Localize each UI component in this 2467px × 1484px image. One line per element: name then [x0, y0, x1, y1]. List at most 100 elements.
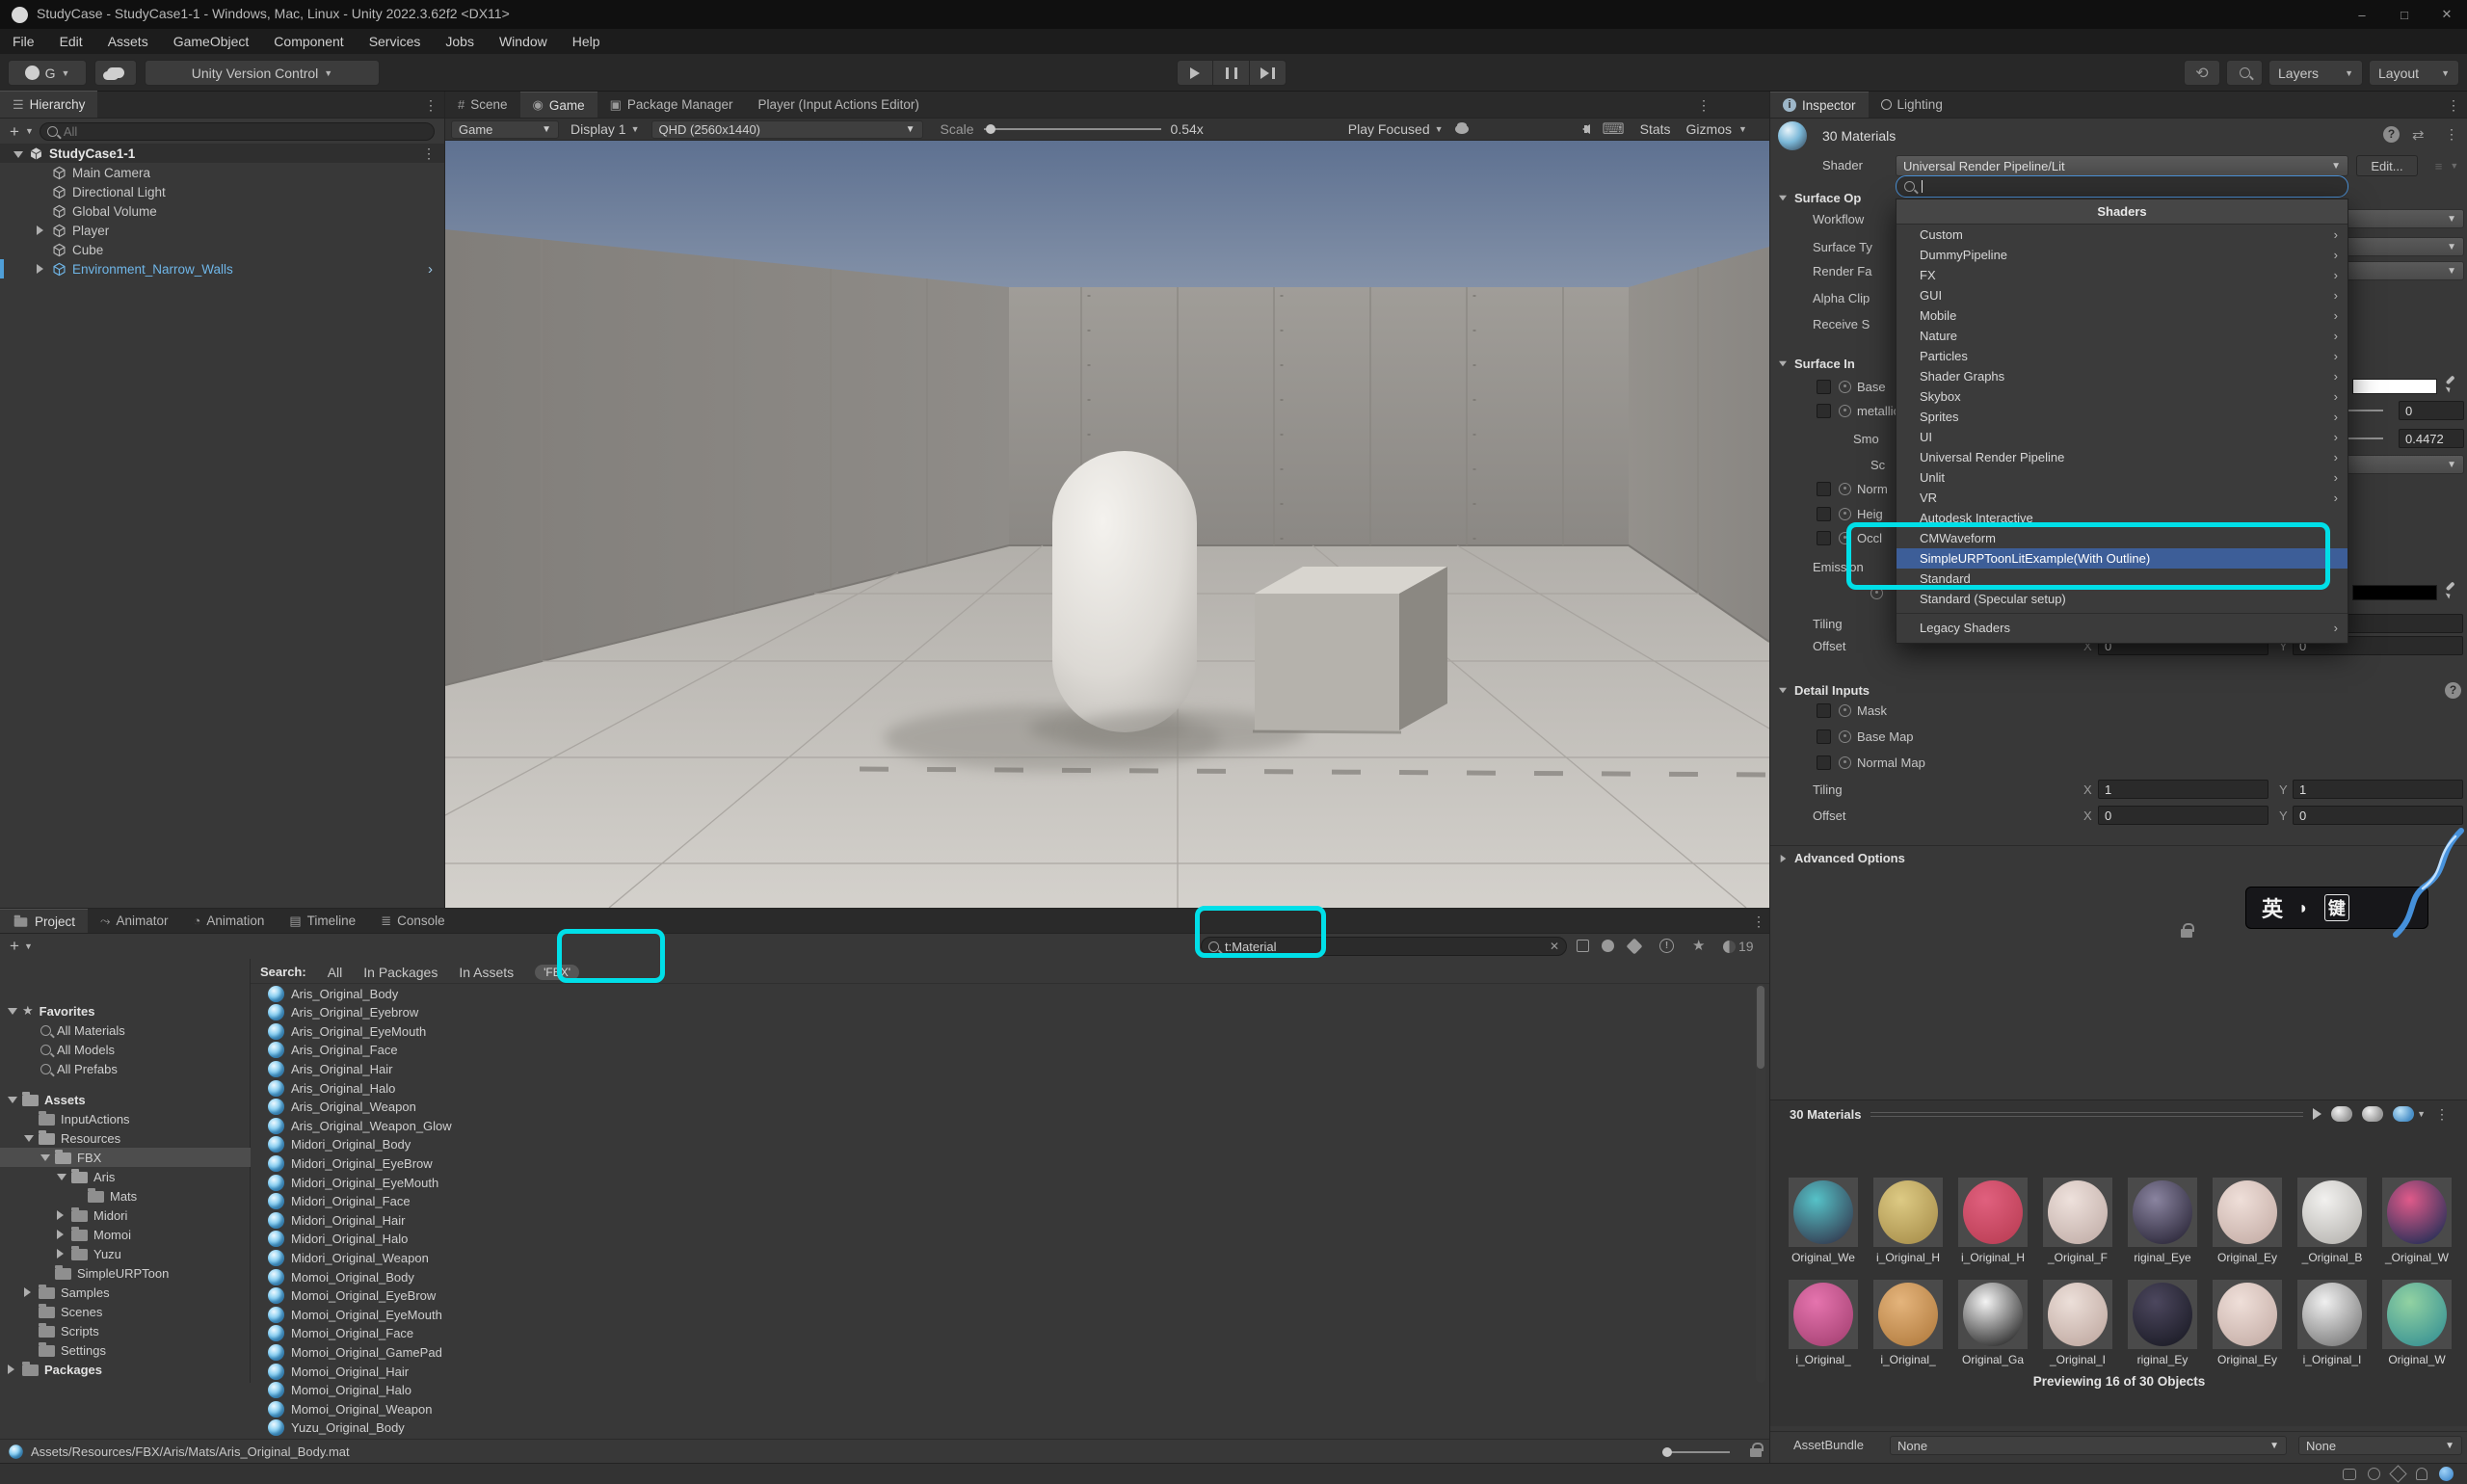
result-item[interactable]: Midori_Original_Weapon	[251, 1248, 1735, 1267]
result-item[interactable]: Momoi_Original_EyeMouth	[251, 1305, 1735, 1324]
search-everything-button[interactable]	[2226, 60, 2263, 86]
tab-animation[interactable]: ◔ Animation	[180, 909, 277, 933]
tab-scene[interactable]: # Scene	[445, 92, 520, 118]
project-tree-item-yuzu[interactable]: Yuzu	[0, 1244, 251, 1263]
undo-history-button[interactable]: ⟲	[2184, 60, 2220, 86]
texture-checkbox[interactable]	[1817, 703, 1831, 718]
project-tree-item-scripts[interactable]: Scripts	[0, 1321, 251, 1340]
game-mode-dropdown[interactable]: Game▼	[451, 120, 559, 139]
shader-menu-item[interactable]: DummyPipeline›	[1897, 245, 2348, 265]
texture-slot-icon[interactable]	[1839, 508, 1851, 520]
tab-timeline[interactable]: ▤ Timeline	[277, 909, 368, 933]
shader-menu-item[interactable]: Custom›	[1897, 225, 2348, 245]
result-item[interactable]: Aris_Original_Face	[251, 1041, 1735, 1060]
project-search-input[interactable]	[1225, 940, 1544, 954]
material-tile[interactable]	[1873, 1280, 1943, 1349]
shader-menu-item[interactable]: Shader Graphs›	[1897, 366, 2348, 386]
result-item[interactable]: Aris_Original_Body	[251, 984, 1735, 1003]
texture-slot-icon[interactable]	[1870, 587, 1883, 599]
material-tile[interactable]	[1789, 1178, 1858, 1247]
expander-icon[interactable]	[37, 223, 48, 238]
material-tile[interactable]	[1958, 1178, 2028, 1247]
hierarchy-search-input[interactable]	[64, 124, 427, 139]
material-tile[interactable]	[2382, 1178, 2452, 1247]
gizmos-dropdown[interactable]: Gizmos▼	[1686, 121, 1747, 137]
create-add-button[interactable]: +	[10, 937, 19, 956]
project-tree-item-momoi[interactable]: Momoi	[0, 1225, 251, 1244]
result-item[interactable]: Aris_Original_Weapon	[251, 1098, 1735, 1117]
search-scope-in-packages[interactable]: In Packages	[363, 965, 438, 980]
step-button[interactable]	[1250, 60, 1287, 86]
ime-halfwidth-icon[interactable]: ◗	[2298, 898, 2309, 918]
cloud-button[interactable]	[94, 60, 137, 86]
value-field[interactable]: 0	[2098, 806, 2268, 825]
texture-checkbox[interactable]	[1817, 404, 1831, 418]
tab-project[interactable]: Project	[0, 909, 88, 933]
presets-icon[interactable]: ⇄	[2412, 126, 2425, 144]
search-token-chip[interactable]: 'FBX'	[535, 965, 579, 980]
thumbnail-size-slider[interactable]	[1662, 1451, 1730, 1453]
stats-button[interactable]: Stats	[1640, 121, 1671, 137]
shader-menu-item[interactable]: Standard	[1897, 569, 2348, 589]
expander-icon[interactable]	[57, 1230, 68, 1239]
ime-lang-icon[interactable]: 英	[2262, 892, 2283, 923]
status-icon-refresh[interactable]	[2368, 1468, 2380, 1480]
texture-slot-icon[interactable]	[1839, 756, 1851, 769]
preview-menu-icon[interactable]: ⋮	[2435, 1107, 2449, 1121]
material-tile[interactable]	[2043, 1280, 2112, 1349]
project-tree-item-samples[interactable]: Samples	[0, 1283, 251, 1302]
expander-icon[interactable]	[24, 1135, 36, 1142]
menu-services[interactable]: Services	[357, 29, 434, 54]
tab-inspector[interactable]: i Inspector	[1770, 92, 1869, 118]
help-icon[interactable]: ?	[2383, 126, 2400, 143]
pause-button[interactable]	[1213, 60, 1250, 86]
shader-menu-item[interactable]: Particles›	[1897, 346, 2348, 366]
display-dropdown[interactable]: Display 1▼	[570, 121, 640, 137]
shader-edit-button[interactable]: Edit...	[2356, 155, 2418, 176]
material-tile[interactable]	[1958, 1280, 2028, 1349]
foldout-arrow[interactable]	[1779, 687, 1787, 693]
layout-dropdown[interactable]: Layout ▼	[2369, 60, 2459, 86]
shader-menu-item[interactable]: Unlit›	[1897, 467, 2348, 488]
shader-menu-item[interactable]: Skybox›	[1897, 386, 2348, 407]
tab-player-input-actions[interactable]: Player (Input Actions Editor)	[746, 92, 932, 118]
menu-gameobject[interactable]: GameObject	[161, 29, 262, 54]
hierarchy-item-player[interactable]: Player	[0, 221, 444, 240]
play-focused-dropdown[interactable]: Play Focused▼	[1348, 121, 1444, 137]
resolution-dropdown[interactable]: QHD (2560x1440)▼	[651, 120, 923, 139]
menu-file[interactable]: File	[0, 29, 47, 54]
texture-checkbox[interactable]	[1817, 755, 1831, 770]
project-tree-item-all-materials[interactable]: All Materials	[0, 1020, 251, 1040]
base-color-swatch[interactable]	[2352, 379, 2437, 394]
material-tile[interactable]	[2382, 1280, 2452, 1349]
layers-dropdown[interactable]: Layers ▼	[2268, 60, 2363, 86]
menu-window[interactable]: Window	[487, 29, 560, 54]
material-tile[interactable]	[2213, 1178, 2282, 1247]
menu-jobs[interactable]: Jobs	[433, 29, 487, 54]
game-viewport[interactable]	[445, 141, 1769, 908]
expander-icon[interactable]	[13, 146, 25, 161]
result-item[interactable]: Yuzu_Original_Body	[251, 1418, 1735, 1438]
tab-console[interactable]: ≣ Console	[368, 909, 457, 933]
create-add-button[interactable]: +	[10, 123, 19, 140]
scrollbar-thumb[interactable]	[1757, 986, 1764, 1069]
ime-keyboard-icon[interactable]: 键	[2324, 894, 2349, 921]
expander-icon[interactable]	[24, 1287, 36, 1297]
thumbnail-slider-knob[interactable]	[1662, 1447, 1672, 1457]
minimize-button[interactable]: –	[2355, 8, 2369, 22]
scale-slider-knob[interactable]	[986, 124, 995, 134]
close-button[interactable]: ✕	[2440, 7, 2454, 22]
project-tree-item-favorites[interactable]: ★Favorites	[0, 1001, 251, 1020]
foldout-arrow[interactable]	[1781, 855, 1787, 862]
foldout-arrow[interactable]	[1779, 195, 1787, 200]
material-tile[interactable]	[1789, 1280, 1858, 1349]
shader-menu-item[interactable]: UI›	[1897, 427, 2348, 447]
tab-lighting[interactable]: Lighting	[1869, 92, 1955, 118]
hierarchy-search[interactable]	[40, 122, 435, 141]
maximize-button[interactable]: □	[2398, 8, 2411, 22]
value-field[interactable]: 1	[2098, 780, 2268, 799]
clear-search-icon[interactable]: ✕	[1550, 940, 1559, 953]
expander-icon[interactable]	[8, 1008, 19, 1015]
panel-menu-icon[interactable]: ⋮	[2447, 98, 2460, 112]
texture-checkbox[interactable]	[1817, 482, 1831, 496]
